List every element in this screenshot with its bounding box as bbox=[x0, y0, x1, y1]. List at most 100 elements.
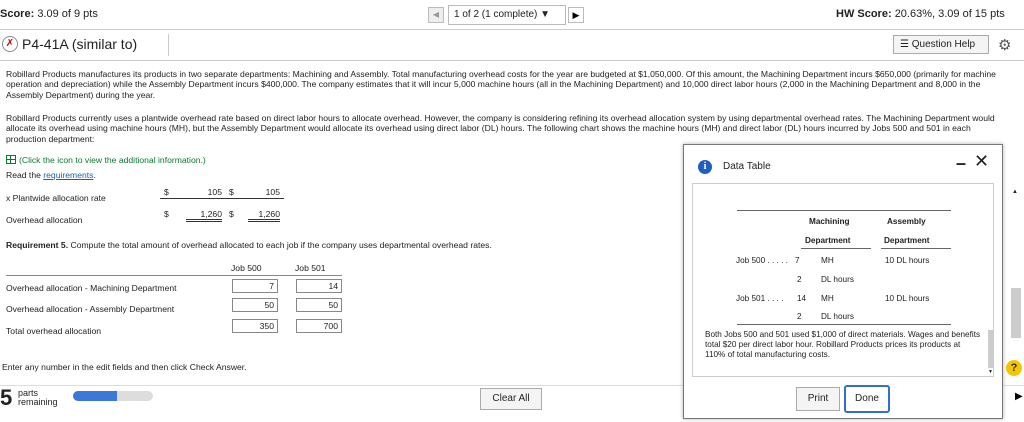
requirement-5-text: Compute the total amount of overhead all… bbox=[68, 240, 492, 250]
job501-mh-value: 14 bbox=[797, 294, 807, 303]
overhead-allocation-job501: 1,260 bbox=[248, 209, 280, 222]
machining-job500-input[interactable]: 7 bbox=[232, 279, 278, 293]
job501-mh-unit: MH bbox=[821, 294, 834, 303]
job500-dl-value: 2 bbox=[797, 275, 802, 284]
requirements-link[interactable]: requirements bbox=[43, 170, 93, 180]
header-divider bbox=[0, 60, 1024, 61]
machining-row-label: Overhead allocation - Machining Departme… bbox=[6, 283, 177, 293]
previous-question-button[interactable]: ◀ bbox=[428, 7, 444, 23]
dialog-scrollbar[interactable]: ▼ bbox=[986, 183, 996, 377]
instruction-text: Enter any number in the edit fields and … bbox=[2, 362, 247, 372]
job500-name: Job 500 bbox=[736, 256, 766, 265]
grid-table-icon bbox=[6, 155, 16, 164]
score: Score: 3.09 of 9 pts bbox=[0, 8, 98, 20]
job500-assembly: 10 DL hours bbox=[885, 256, 930, 265]
plantwide-rate-label: x Plantwide allocation rate bbox=[6, 193, 106, 203]
hw-score-label: HW Score: bbox=[836, 8, 892, 20]
question-help-label: Question Help bbox=[911, 39, 976, 50]
question-position: 1 of 2 (1 complete) bbox=[454, 9, 538, 20]
next-part-icon[interactable]: ▶ bbox=[1015, 391, 1023, 402]
machining-job501-input[interactable]: 14 bbox=[296, 279, 342, 293]
dialog-scroll-down-icon: ▼ bbox=[988, 369, 993, 375]
question-help-button[interactable]: ☰ Question Help bbox=[893, 35, 989, 54]
header-machining-2: Department bbox=[805, 236, 851, 245]
scroll-up-icon: ▲ bbox=[1012, 189, 1018, 195]
assembly-job501-input[interactable]: 50 bbox=[296, 298, 342, 312]
page-title: P4-41A (similar to) bbox=[22, 36, 138, 52]
problem-paragraph-1: Robillard Products manufactures its prod… bbox=[6, 69, 996, 100]
dropdown-arrow-icon: ▼ bbox=[540, 9, 551, 20]
header-rule-assembly bbox=[881, 248, 951, 249]
read-suffix: . bbox=[93, 170, 96, 180]
dialog-title: Data Table bbox=[723, 161, 771, 172]
job501-dl-value: 2 bbox=[797, 312, 802, 321]
column-header-job500: Job 500 bbox=[231, 263, 262, 273]
job501-dots: . . . . bbox=[767, 294, 784, 303]
table-bottom-rule bbox=[737, 324, 951, 325]
additional-info-link[interactable]: (Click the icon to view the additional i… bbox=[6, 155, 206, 165]
assembly-job500-input[interactable]: 50 bbox=[232, 298, 278, 312]
hw-score-value: 20.63%, 3.09 of 15 pts bbox=[894, 8, 1005, 20]
close-icon[interactable]: ✕ bbox=[974, 151, 989, 172]
total-row-label: Total overhead allocation bbox=[6, 326, 102, 336]
info-icon: i bbox=[698, 160, 712, 174]
question-selector[interactable]: 1 of 2 (1 complete) ▼ bbox=[448, 5, 566, 25]
check-cross-icon: ✗ bbox=[2, 36, 18, 52]
table-top-rule bbox=[737, 210, 951, 211]
read-prefix: Read the bbox=[6, 170, 41, 180]
progress-bar bbox=[73, 391, 153, 401]
hw-score: HW Score: 20.63%, 3.09 of 15 pts bbox=[836, 8, 1005, 20]
problem-paragraph-2: Robillard Products currently uses a plan… bbox=[6, 113, 995, 144]
dialog-scroll-thumb[interactable] bbox=[988, 330, 994, 368]
parts-label-line2: remaining bbox=[18, 397, 58, 407]
table-top-rule bbox=[6, 275, 342, 276]
done-button[interactable]: Done bbox=[844, 385, 890, 413]
scroll-thumb[interactable] bbox=[1011, 288, 1021, 338]
plantwide-rate-text: x Plantwide allocation rate bbox=[6, 193, 106, 203]
read-requirements: Read the requirements. bbox=[6, 170, 96, 180]
data-table-dialog: i Data Table – ✕ Machining Assembly Depa… bbox=[683, 144, 1003, 419]
job500-mh-value: 7 bbox=[795, 256, 800, 265]
data-table-note: Both Jobs 500 and 501 used $1,000 of dir… bbox=[705, 330, 981, 359]
rule-line bbox=[160, 198, 284, 199]
job500-mh-unit: MH bbox=[821, 256, 834, 265]
progress-fill bbox=[73, 391, 117, 401]
gear-icon[interactable]: ⚙ bbox=[998, 36, 1011, 54]
requirement-5: Requirement 5. Compute the total amount … bbox=[6, 240, 492, 250]
job501-assembly: 10 DL hours bbox=[885, 294, 930, 303]
print-button[interactable]: Print bbox=[796, 387, 840, 411]
job501-dl-unit: DL hours bbox=[821, 312, 854, 321]
header-assembly-2: Department bbox=[884, 236, 930, 245]
plantwide-rate-job500: 105 bbox=[207, 187, 222, 197]
total-job501-input[interactable]: 700 bbox=[296, 319, 342, 333]
header-machining-1: Machining bbox=[809, 217, 850, 226]
next-question-button[interactable]: ▶ bbox=[568, 7, 584, 23]
job500-dots: . . . . . bbox=[767, 256, 788, 265]
question-help-list-icon: ☰ bbox=[900, 39, 909, 50]
job500-dl-unit: DL hours bbox=[821, 275, 854, 284]
page-scrollbar[interactable]: ▲ bbox=[1009, 183, 1024, 383]
score-value: 3.09 of 9 pts bbox=[37, 8, 98, 20]
job501-name: Job 501 bbox=[736, 294, 766, 303]
header-assembly-1: Assembly bbox=[887, 217, 926, 226]
score-label: Score: bbox=[0, 8, 35, 20]
assembly-row-label: Overhead allocation - Assembly Departmen… bbox=[6, 304, 175, 314]
dollar-sign: $ bbox=[229, 187, 234, 197]
job501-label: Job 501 . . . . bbox=[736, 294, 783, 303]
title-divider bbox=[168, 34, 169, 56]
additional-info-text: (Click the icon to view the additional i… bbox=[19, 155, 206, 165]
minimize-icon[interactable]: – bbox=[956, 153, 966, 174]
dollar-sign: $ bbox=[229, 209, 234, 219]
job500-label: Job 500 . . . . . bbox=[736, 256, 788, 265]
total-job500-input[interactable]: 350 bbox=[232, 319, 278, 333]
parts-remaining-count: 5 bbox=[0, 385, 13, 410]
help-question-icon[interactable]: ? bbox=[1006, 360, 1022, 376]
dollar-sign: $ bbox=[164, 209, 169, 219]
parts-remaining-label: parts remaining bbox=[18, 389, 58, 407]
header-rule-machining bbox=[801, 248, 871, 249]
column-header-job501: Job 501 bbox=[295, 263, 326, 273]
clear-all-button[interactable]: Clear All bbox=[480, 388, 542, 410]
data-table-content: Machining Assembly Department Department… bbox=[692, 183, 994, 377]
overhead-allocation-label: Overhead allocation bbox=[6, 215, 83, 225]
dollar-sign: $ bbox=[164, 187, 169, 197]
